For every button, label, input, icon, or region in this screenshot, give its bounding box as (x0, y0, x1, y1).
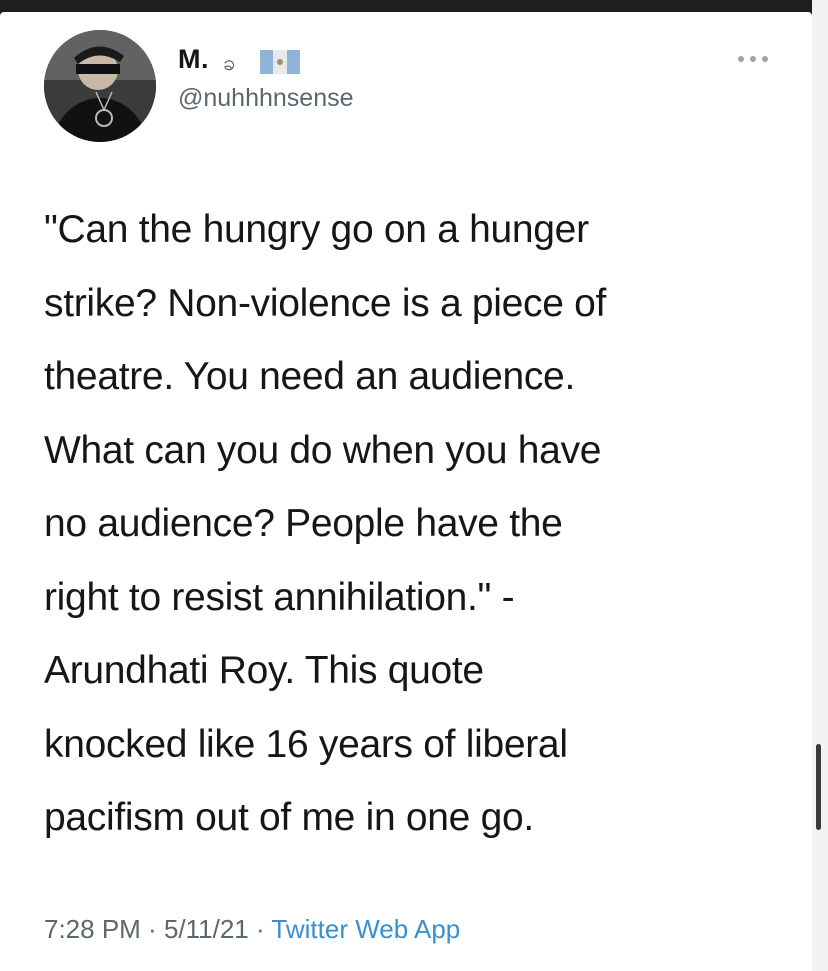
window-top-edge (0, 0, 828, 12)
tweet-text-line: theatre. You need an audience. (44, 355, 575, 398)
tweet-source-link[interactable]: Twitter Web App (271, 914, 460, 944)
avatar[interactable] (44, 30, 156, 142)
tweet-text-line: pacifism out of me in one go. (44, 796, 534, 839)
tweet-time[interactable]: 7:28 PM (44, 914, 141, 944)
tweet-text-line: no audience? People have the (44, 502, 563, 545)
tweet-text-line: knocked like 16 years of liberal (44, 722, 568, 766)
avatar-image (44, 30, 156, 142)
tweet-date[interactable]: 5/11/21 (164, 914, 249, 944)
tweet-text-line: strike? Non-violence is a piece of (44, 281, 607, 325)
tweet-text-line: Arundhati Roy. This quote (44, 649, 484, 692)
tweet-text-line: right to resist annihilation." - (44, 575, 515, 619)
tweet-text: "Can the hungry go on a hunger strike? N… (44, 193, 804, 855)
more-dots-icon[interactable] (733, 52, 773, 66)
meta-separator: · (140, 914, 164, 944)
tweet-metadata: 7:28 PM · 5/11/21 · Twitter Web App (44, 914, 460, 945)
name-glyph: ခ (223, 51, 236, 76)
tweet-text-line: "Can the hungry go on a hunger (44, 208, 589, 251)
user-handle[interactable]: @nuhhhnsense (178, 84, 354, 113)
tweet-text-line: What can you do when you have (44, 428, 602, 472)
display-name[interactable]: M. (178, 44, 209, 75)
flag-icon (260, 50, 300, 74)
scrollbar-thumb[interactable] (816, 744, 821, 830)
meta-separator: · (248, 914, 272, 944)
